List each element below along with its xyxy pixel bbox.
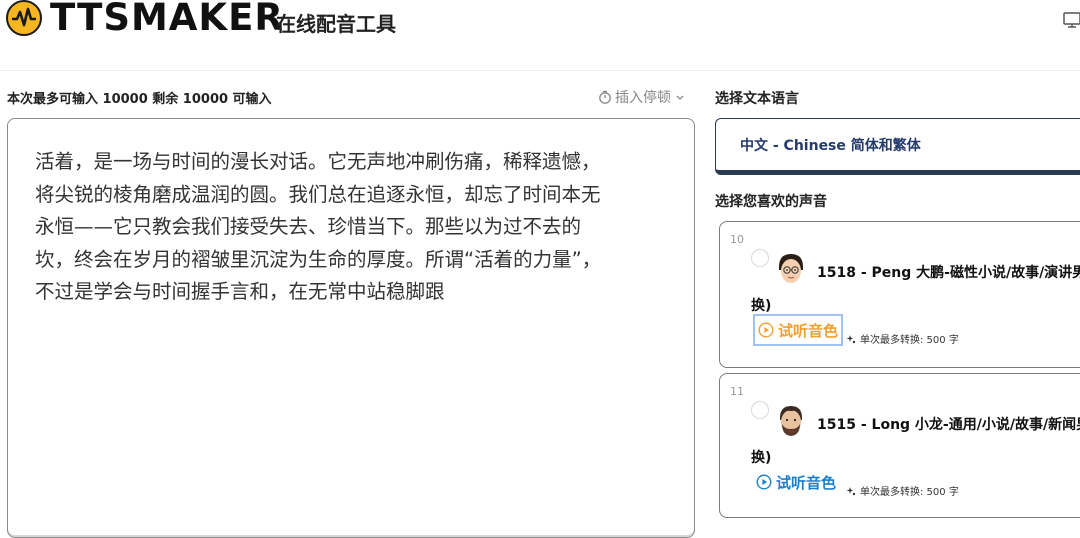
preview-voice-button[interactable]: 试听音色 (753, 314, 844, 346)
preview-label: 试听音色 (776, 473, 837, 492)
voice-card[interactable]: 11 1515 - Long 小龙-通用/小说/故事/新闻男 换) 试听音色 单… (719, 373, 1080, 518)
chevron-down-icon (676, 95, 684, 100)
timer-icon (599, 90, 611, 104)
play-circle-icon (758, 322, 774, 338)
language-select[interactable]: 中文 - Chinese 简体和繁体 (715, 118, 1080, 175)
text-editor[interactable]: 活着，是一场与时间的漫长对话。它无声地冲刷伤痛，稀释遗憾， 将尖锐的棱角磨成温润… (7, 118, 695, 538)
insert-pause-label: 插入停顿 (615, 90, 671, 106)
voice-card[interactable]: 10 1518 - Peng 大鹏-磁性小说/故事/演讲男 换) 试听音色 单次… (719, 221, 1080, 368)
text-line: 坎，终会在岁月的褶皱里沉淀为生命的厚度。所谓“活着的力量”， (35, 247, 602, 271)
text-line: 不过是学会与时间握手言和，在无常中站稳脚跟 (35, 280, 445, 304)
voice-name-wrap: 换) (751, 298, 772, 314)
max-convert-text: 单次最多转换: 500 字 (860, 487, 959, 498)
voice-name: 1518 - Peng 大鹏-磁性小说/故事/演讲男 (817, 265, 1080, 281)
text-line: 活着，是一场与时间的漫长对话。它无声地冲刷伤痛，稀释遗憾， (35, 150, 601, 173)
sparkle-icon (846, 334, 856, 343)
insert-pause-button[interactable]: 插入停顿 (598, 87, 686, 107)
voice-label: 选择您喜欢的声音 (715, 194, 827, 210)
preview-label: 试听音色 (778, 321, 839, 340)
max-convert-info: 单次最多转换: 500 字 (846, 483, 959, 498)
text-content[interactable]: 活着，是一场与时间的漫长对话。它无声地冲刷伤痛，稀释遗憾， 将尖锐的棱角磨成温润… (35, 146, 675, 309)
max-convert-info: 单次最多转换: 500 字 (846, 331, 959, 346)
max-convert-text: 单次最多转换: 500 字 (860, 335, 959, 346)
soundwave-logo-icon[interactable] (6, 0, 42, 36)
header: TTSMAKER 在线配音工具 (0, 0, 1080, 71)
voice-radio[interactable] (751, 401, 769, 419)
monitor-icon[interactable] (1062, 10, 1080, 30)
voice-number: 10 (730, 233, 744, 246)
text-line: 永恒——它只教会我们接受失去、珍惜当下。那些以为过不去的 (35, 215, 582, 239)
avatar (779, 254, 803, 283)
play-circle-icon (756, 474, 772, 490)
language-selected-value: 中文 - Chinese 简体和繁体 (740, 138, 921, 154)
voice-number: 11 (730, 385, 744, 398)
voice-radio[interactable] (751, 249, 769, 267)
tagline: 在线配音工具 (276, 12, 396, 36)
voice-name-wrap: 换) (751, 450, 772, 466)
voice-name: 1515 - Long 小龙-通用/小说/故事/新闻男 (817, 417, 1080, 433)
language-label: 选择文本语言 (715, 91, 799, 107)
brand-name[interactable]: TTSMAKER (50, 0, 284, 40)
preview-voice-button[interactable]: 试听音色 (753, 466, 839, 498)
sparkle-icon (846, 486, 856, 495)
text-line: 将尖锐的棱角磨成温润的圆。我们总在追逐永恒，却忘了时间本无 (35, 182, 601, 206)
input-limit-text: 本次最多可输入 10000 剩余 10000 可输入 (7, 92, 272, 107)
avatar (780, 406, 802, 436)
